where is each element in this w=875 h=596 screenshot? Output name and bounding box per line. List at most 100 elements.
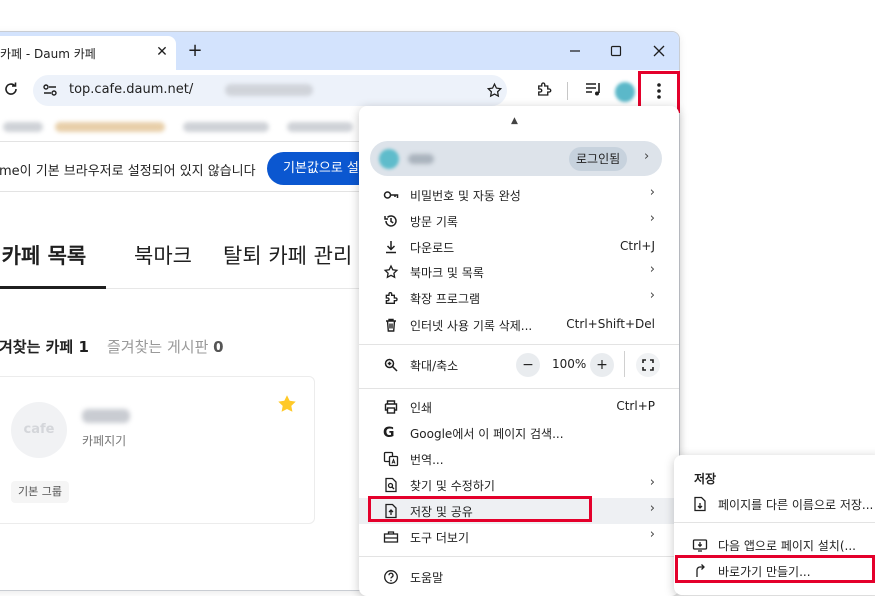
shortcut-text: Ctrl+P <box>616 399 655 413</box>
cafe-card[interactable]: cafe 카페지기 기본 그룹 <box>0 376 315 524</box>
minimize-button[interactable] <box>564 40 586 62</box>
submenu-item-save-as[interactable]: 페이지를 다른 이름으로 저장... <box>674 491 875 517</box>
menu-item-label: 비밀번호 및 자동 완성 <box>410 189 521 203</box>
menu-item-label: Google에서 이 페이지 검색... <box>410 427 564 441</box>
menu-item-more-tools[interactable]: 도구 더보기 › <box>359 524 679 550</box>
fullscreen-icon <box>642 359 654 371</box>
close-icon <box>653 45 665 57</box>
trash-icon <box>383 317 399 333</box>
history-icon <box>383 213 399 229</box>
site-info-icon[interactable] <box>42 82 58 98</box>
menu-item-label: 번역... <box>410 453 444 467</box>
chevron-right-icon: › <box>649 475 655 490</box>
menu-item-passwords[interactable]: 비밀번호 및 자동 완성 › <box>359 182 679 208</box>
menu-item-google-search[interactable]: G Google에서 이 페이지 검색... <box>359 420 679 446</box>
fullscreen-button[interactable] <box>636 353 660 377</box>
bookmark-item[interactable] <box>55 122 165 132</box>
translate-icon <box>383 451 399 467</box>
scroll-up-caret-icon[interactable]: ▲ <box>511 116 518 126</box>
reload-button[interactable] <box>2 80 22 100</box>
create-shortcut-highlight <box>675 555 875 583</box>
submenu-divider <box>674 522 875 523</box>
minimize-icon <box>570 50 580 52</box>
address-bar[interactable]: top.cafe.daum.net/ <box>33 75 507 106</box>
chrome-main-menu: ▲ 로그인됨 › 비밀번호 및 자동 완성 › 방문 기록 › 다운로드 Ctr… <box>359 106 679 596</box>
install-app-icon <box>692 537 708 553</box>
star-icon <box>383 264 399 280</box>
maximize-icon <box>610 45 622 57</box>
chevron-right-icon: › <box>649 262 655 277</box>
menu-item-clear-history[interactable]: 인터넷 사용 기록 삭제... Ctrl+Shift+Del <box>359 312 679 338</box>
toolbox-icon <box>383 529 399 545</box>
tab-close-icon[interactable]: ✕ <box>153 43 171 61</box>
profile-name-redacted <box>408 154 434 164</box>
cafe-name-redacted[interactable] <box>82 409 130 423</box>
menu-item-find-edit[interactable]: 찾기 및 수정하기 › <box>359 472 679 498</box>
chevron-right-icon: › <box>649 211 655 226</box>
bookmark-item[interactable] <box>3 122 43 132</box>
menu-item-label: 북마크 및 목록 <box>410 266 484 280</box>
menu-item-history[interactable]: 방문 기록 › <box>359 208 679 234</box>
menu-divider <box>359 556 679 557</box>
tab-bookmarks[interactable]: 북마크 <box>134 240 192 270</box>
infobar-message: me이 기본 브라우저로 설정되어 있지 않습니다 <box>0 164 256 179</box>
url-text[interactable]: top.cafe.daum.net/ <box>69 82 193 97</box>
zoom-label: 확대/축소 <box>410 359 459 373</box>
menu-item-extensions[interactable]: 확장 프로그램 › <box>359 285 679 311</box>
chevron-right-icon: › <box>649 527 655 542</box>
menu-item-label: 확장 프로그램 <box>410 292 481 306</box>
tab-left-cafes[interactable]: 탈퇴 카페 관리 <box>223 240 352 270</box>
favorite-boards-text: 즐겨찾는 게시판 <box>107 338 209 356</box>
menu-item-label: 도구 더보기 <box>410 531 470 545</box>
save-page-icon <box>692 496 708 512</box>
profile-avatar[interactable] <box>615 82 635 102</box>
reload-icon <box>5 82 17 95</box>
title-bar: 카페 - Daum 카페 ✕ + <box>0 32 679 70</box>
extensions-puzzle-icon[interactable] <box>535 80 553 98</box>
tab-title: 카페 - Daum 카페 <box>0 47 96 61</box>
shortcut-text: Ctrl+Shift+Del <box>566 317 655 331</box>
submenu-item-label: 페이지를 다른 이름으로 저장... <box>718 498 874 512</box>
active-tab-underline <box>0 286 106 289</box>
new-tab-button[interactable]: + <box>184 40 206 62</box>
key-icon <box>383 187 399 203</box>
chevron-right-icon: › <box>649 185 655 200</box>
url-path-redacted <box>225 84 313 96</box>
profile-row[interactable]: 로그인됨 › <box>370 141 662 176</box>
zoom-level: 100% <box>552 357 587 371</box>
maximize-button[interactable] <box>605 40 627 62</box>
bookmark-item[interactable] <box>287 122 353 132</box>
menu-item-downloads[interactable]: 다운로드 Ctrl+J <box>359 234 679 260</box>
menu-item-translate[interactable]: 번역... <box>359 446 679 472</box>
chevron-right-icon: › <box>644 149 650 164</box>
find-page-icon <box>383 477 399 493</box>
menu-item-label: 다운로드 <box>410 241 455 255</box>
submenu-item-label: 다음 앱으로 페이지 설치(... <box>718 539 856 553</box>
signed-in-badge: 로그인됨 <box>569 147 628 171</box>
favorite-boards-count: 0 <box>213 338 224 356</box>
media-control-icon[interactable] <box>585 81 603 97</box>
favorite-cafes-label[interactable]: 겨찾는 카페 1 <box>0 336 89 357</box>
bookmark-star-icon[interactable] <box>486 82 503 99</box>
menu-item-label: 찾기 및 수정하기 <box>410 479 495 493</box>
menu-item-help[interactable]: 도움말 <box>359 564 679 590</box>
favorite-boards-label[interactable]: 즐겨찾는 게시판 0 <box>107 336 224 357</box>
save-share-highlight <box>368 496 592 522</box>
shortcut-text: Ctrl+J <box>620 239 655 253</box>
favorite-star-icon[interactable] <box>276 393 298 415</box>
puzzle-icon <box>383 290 399 306</box>
menu-item-print[interactable]: 인쇄 Ctrl+P <box>359 394 679 420</box>
bookmark-item[interactable] <box>183 122 269 132</box>
zoom-in-button[interactable]: + <box>590 353 614 377</box>
zoom-out-button[interactable]: − <box>516 353 540 377</box>
menu-item-bookmarks[interactable]: 북마크 및 목록 › <box>359 259 679 285</box>
zoom-icon <box>383 357 399 373</box>
tab-my-cafes[interactable]: 내 카페 목록 <box>0 240 86 270</box>
menu-divider <box>359 388 679 389</box>
menu-item-label: 인쇄 <box>410 401 433 415</box>
cafe-group-badge: 기본 그룹 <box>11 481 69 503</box>
tab-daum-cafe[interactable]: 카페 - Daum 카페 ✕ <box>0 36 176 70</box>
close-window-button[interactable] <box>648 40 670 62</box>
download-icon <box>383 239 399 255</box>
google-g-icon: G <box>383 425 395 441</box>
